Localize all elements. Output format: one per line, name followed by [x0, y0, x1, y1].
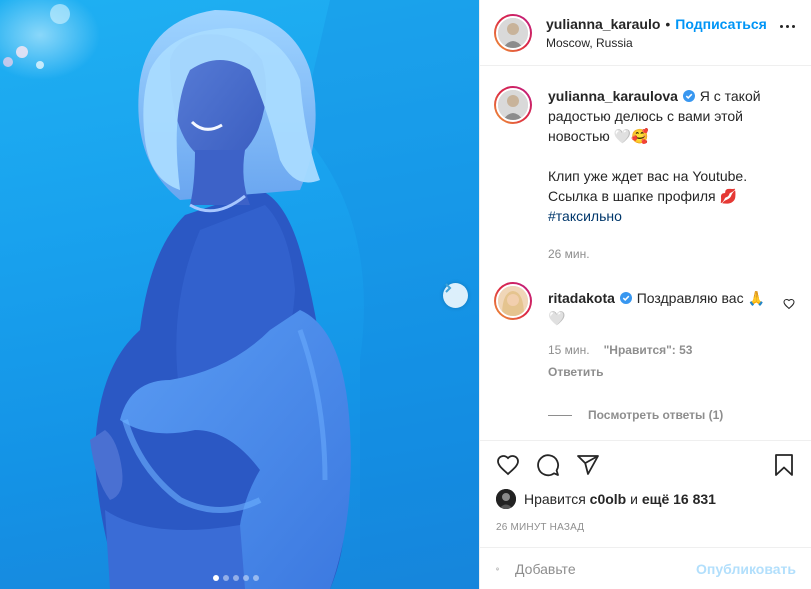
caption-time[interactable]: 26 мин.: [548, 244, 590, 264]
post-sidebar: yulianna_karaulo • Подписаться Moscow, R…: [479, 0, 811, 589]
more-options-icon[interactable]: [780, 25, 795, 28]
comment-likes[interactable]: "Нравится": 53: [604, 340, 693, 360]
add-comment-bar: Опубликовать: [480, 547, 811, 589]
author-avatar-image: [498, 17, 528, 48]
heart-icon[interactable]: [496, 453, 520, 477]
comments-section: yulianna_karaulova Я с такой радостью де…: [480, 66, 811, 440]
carousel-dot: [223, 575, 229, 581]
likes-count[interactable]: ещё 16 831: [642, 491, 716, 507]
share-icon[interactable]: [576, 453, 600, 477]
likes-prefix: Нравится: [524, 491, 586, 507]
caption-avatar-image: [498, 90, 528, 120]
caption-text-line2: Клип уже ждет вас на Youtube. Ссылка в ш…: [548, 168, 748, 204]
carousel-dot: [253, 575, 259, 581]
publish-button[interactable]: Опубликовать: [696, 561, 796, 577]
comment-time[interactable]: 15 мин.: [548, 340, 590, 360]
caption-avatar[interactable]: [494, 86, 532, 124]
posted-ago[interactable]: 26 МИНУТ НАЗАД: [496, 522, 796, 533]
carousel-dot: [213, 575, 219, 581]
emoji-icon[interactable]: [496, 557, 499, 581]
comment-like-heart-icon[interactable]: [783, 298, 795, 310]
comment-input[interactable]: [515, 560, 697, 577]
author-username[interactable]: yulianna_karaulo: [546, 16, 660, 32]
likes-middle: и: [630, 491, 638, 507]
carousel-dot: [243, 575, 249, 581]
comment-username[interactable]: ritadakota: [548, 290, 615, 306]
carousel-dot: [233, 575, 239, 581]
follow-button[interactable]: Подписаться: [675, 16, 767, 32]
chevron-right-icon: [445, 283, 452, 293]
next-photo-button[interactable]: [443, 283, 468, 308]
liker-avatar[interactable]: [496, 489, 516, 509]
caption-hashtag[interactable]: #таксильно: [548, 206, 776, 226]
likes-user[interactable]: c0olb: [590, 491, 627, 507]
post-actions: Нравится c0olb и ещё 16 831 26 МИНУТ НАЗ…: [480, 440, 811, 533]
photo-carousel-dots: [213, 575, 259, 581]
view-replies-label: Посмотреть ответы (1): [588, 408, 724, 422]
view-replies-button[interactable]: Посмотреть ответы (1): [548, 408, 795, 422]
liker-avatar-image: [496, 489, 516, 509]
author-avatar[interactable]: [494, 13, 532, 52]
post-header: yulianna_karaulo • Подписаться Moscow, R…: [480, 0, 811, 66]
post-location[interactable]: Moscow, Russia: [546, 36, 767, 50]
reply-button[interactable]: Ответить: [548, 362, 776, 382]
comment-avatar-image: [498, 286, 528, 316]
comment-avatar[interactable]: [494, 282, 532, 320]
likes-summary: Нравится c0olb и ещё 16 831: [496, 489, 796, 509]
caption: yulianna_karaulova Я с такой радостью де…: [494, 86, 795, 264]
comment-item: ritadakota Поздравляю вас 🙏🤍 15 мин. "Нр…: [494, 282, 795, 382]
bookmark-icon[interactable]: [772, 453, 796, 477]
separator-dot: •: [665, 15, 671, 32]
caption-username[interactable]: yulianna_karaulova: [548, 88, 678, 104]
verified-icon: [682, 90, 695, 102]
photo-illustration: [0, 0, 479, 589]
post-photo[interactable]: [0, 0, 479, 589]
verified-icon: [619, 292, 632, 304]
comment-icon[interactable]: [536, 453, 560, 477]
